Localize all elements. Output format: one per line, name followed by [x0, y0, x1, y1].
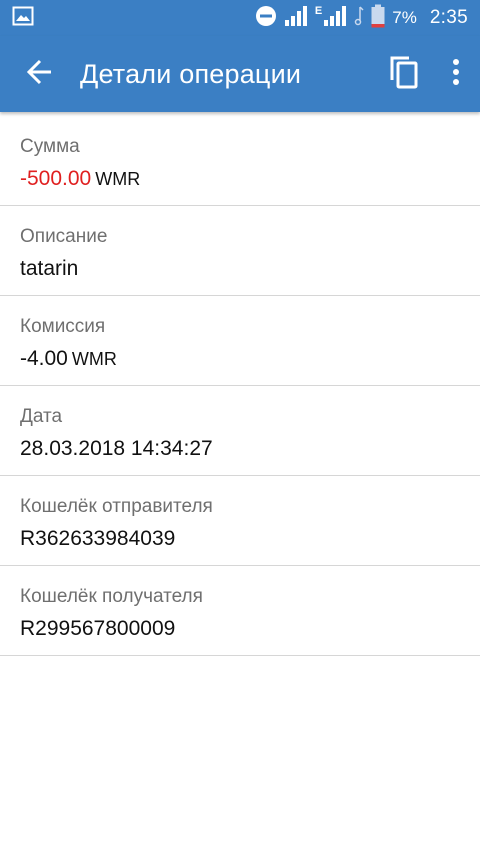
signal-icon — [323, 5, 347, 32]
music-note-icon — [354, 5, 364, 32]
description-value: tatarin — [20, 257, 79, 280]
app-bar: Детали операции — [0, 36, 480, 112]
copy-icon — [389, 55, 419, 94]
amount-label: Сумма — [20, 136, 80, 157]
description-row[interactable]: Описание tatarin — [0, 206, 480, 296]
sender-wallet-row[interactable]: Кошелёк отправителя R362633984039 — [0, 476, 480, 566]
sender-wallet-label: Кошелёк отправителя — [20, 496, 213, 517]
do-not-disturb-icon — [255, 5, 277, 32]
fee-value: -4.00 — [20, 347, 68, 370]
description-label: Описание — [20, 226, 108, 247]
fee-row[interactable]: Комиссия -4.00 WMR — [0, 296, 480, 386]
amount-row[interactable]: Сумма -500.00 WMR — [0, 116, 480, 206]
arrow-back-icon — [26, 58, 54, 91]
status-bar: E 7% 2:35 — [0, 0, 480, 36]
date-label: Дата — [20, 406, 63, 427]
date-value: 28.03.2018 14:34:27 — [20, 437, 213, 460]
fee-value-line: -4.00 WMR — [20, 347, 460, 371]
battery-percent: 7% — [392, 8, 417, 27]
fee-currency: WMR — [71, 349, 117, 369]
fee-label: Комиссия — [20, 316, 106, 337]
more-vert-icon — [452, 58, 460, 91]
image-icon — [12, 6, 34, 31]
signal-icon — [284, 5, 308, 32]
recipient-wallet-row[interactable]: Кошелёк получателя R299567800009 — [0, 566, 480, 656]
amount-value-line: -500.00 WMR — [20, 167, 460, 191]
page-title: Детали операции — [80, 58, 302, 89]
recipient-wallet-value: R299567800009 — [20, 617, 176, 640]
status-time: 2:35 — [429, 7, 468, 28]
sender-wallet-value: R362633984039 — [20, 527, 176, 550]
network-type-label: E — [314, 5, 323, 17]
copy-button[interactable] — [376, 36, 432, 112]
amount-value: -500.00 — [20, 167, 92, 190]
amount-currency: WMR — [95, 169, 141, 189]
details-list: Сумма -500.00 WMR Описание tatarin Комисс… — [0, 116, 480, 656]
back-button[interactable] — [0, 36, 80, 112]
battery-icon — [371, 4, 385, 33]
recipient-wallet-label: Кошелёк получателя — [20, 586, 203, 607]
more-options-button[interactable] — [432, 36, 480, 112]
date-row[interactable]: Дата 28.03.2018 14:34:27 — [0, 386, 480, 476]
